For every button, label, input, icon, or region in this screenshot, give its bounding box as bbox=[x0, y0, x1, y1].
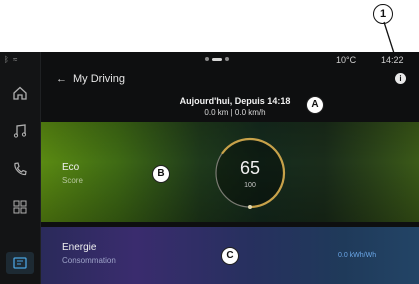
eco-score-value: 65 bbox=[239, 158, 261, 178]
energy-sublabel: Consommation bbox=[62, 256, 116, 265]
energy-label: Energie bbox=[62, 242, 97, 253]
info-icon[interactable]: i bbox=[395, 73, 406, 84]
trip-period: Aujourd'hui, Depuis 14:18 bbox=[179, 96, 291, 106]
page-title: My Driving bbox=[73, 73, 125, 85]
eco-label: Eco bbox=[62, 162, 80, 173]
eco-sublabel: Score bbox=[62, 176, 83, 185]
callout-b: B bbox=[152, 165, 170, 183]
callout-a: A bbox=[306, 96, 324, 114]
callout-1: 1 bbox=[373, 4, 393, 24]
energy-consumption-value: 0.0 kWh/Wh bbox=[338, 252, 377, 259]
trip-distance-speed: 0.0 km | 0.0 km/h bbox=[204, 108, 266, 117]
back-arrow-icon[interactable]: ← bbox=[56, 73, 67, 85]
callout-c: C bbox=[221, 247, 239, 265]
eco-score-max: 100 bbox=[244, 182, 256, 189]
